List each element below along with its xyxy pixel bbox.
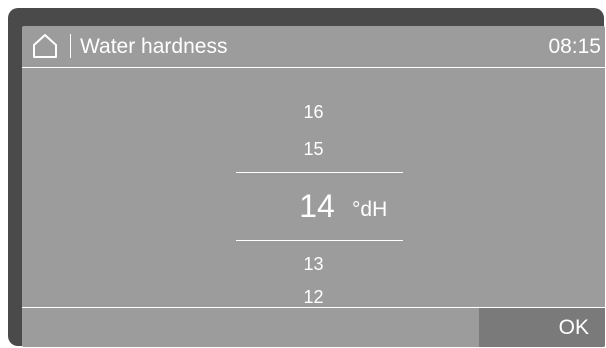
selected-value: 14 <box>299 188 335 224</box>
header-divider <box>70 34 71 58</box>
home-button[interactable] <box>26 30 66 62</box>
page-title: Water hardness <box>80 35 228 58</box>
unit-label: °dH <box>352 198 388 221</box>
clock-time: 08:15 <box>548 35 601 58</box>
home-icon <box>33 34 57 58</box>
ok-button[interactable]: OK <box>479 308 605 347</box>
ok-button-label: OK <box>558 316 589 339</box>
picker-option[interactable]: 16 <box>22 102 605 123</box>
hardness-picker[interactable]: 16 15 14 °dH 13 12 <box>22 68 605 308</box>
picker-option[interactable]: 12 <box>22 287 605 308</box>
header-bar: Water hardness 08:15 <box>22 26 605 66</box>
picker-option[interactable]: 15 <box>22 139 605 160</box>
selection-line-top <box>236 172 403 173</box>
device-bezel: Water hardness 08:15 16 15 14 °dH 13 12 … <box>8 8 605 347</box>
picker-option[interactable]: 13 <box>22 254 605 275</box>
display-screen: Water hardness 08:15 16 15 14 °dH 13 12 … <box>22 26 605 347</box>
selection-line-bottom <box>236 240 403 241</box>
